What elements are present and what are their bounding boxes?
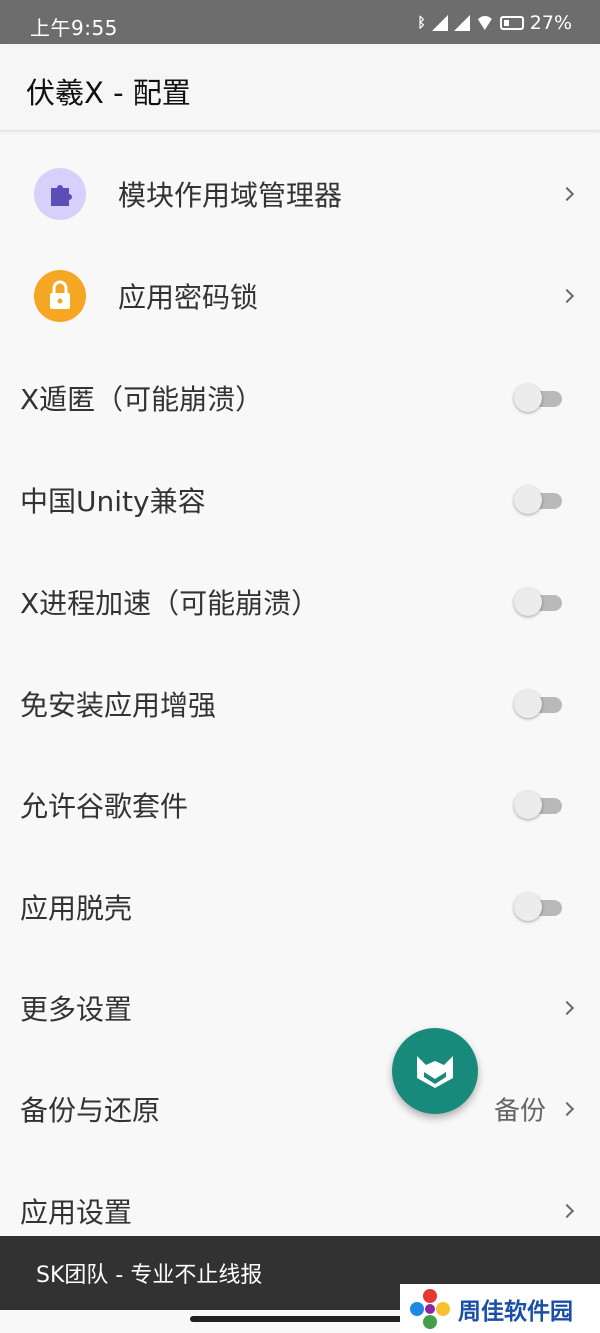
battery-percent: 27% bbox=[529, 12, 572, 34]
wifi-icon bbox=[475, 16, 494, 30]
install-free-enhance-toggle[interactable] bbox=[514, 689, 562, 719]
snackbar-text: SK团队 - 专业不止线报 bbox=[36, 1263, 263, 1288]
toggle-thumb bbox=[514, 384, 542, 412]
x-process-acceleration-toggle[interactable] bbox=[514, 587, 562, 617]
status-icons: ᛒ 27% bbox=[417, 12, 572, 34]
backup-restore-item[interactable]: 备份与还原 备份 bbox=[0, 1059, 600, 1159]
toggle-thumb bbox=[514, 893, 542, 921]
item-label: 应用设置 bbox=[20, 1196, 133, 1229]
item-label: 模块作用域管理器 bbox=[118, 179, 343, 212]
x-process-acceleration-item[interactable]: X进程加速（可能崩溃） bbox=[0, 552, 600, 652]
item-label: 中国Unity兼容 bbox=[20, 485, 206, 518]
status-time: 上午9:55 bbox=[30, 16, 118, 40]
chevron-right-icon bbox=[559, 1000, 575, 1016]
allow-google-suite-item[interactable]: 允许谷歌套件 bbox=[0, 755, 600, 855]
battery-icon bbox=[499, 16, 524, 30]
x-stealth-toggle[interactable] bbox=[514, 383, 562, 413]
x-stealth-item[interactable]: X遁匿（可能崩溃） bbox=[0, 348, 600, 448]
app-unpack-item[interactable]: 应用脱壳 bbox=[0, 857, 600, 957]
item-label: 备份与还原 bbox=[20, 1094, 161, 1127]
backup-value: 备份 bbox=[493, 1096, 546, 1127]
more-settings-item[interactable]: 更多设置 bbox=[0, 958, 600, 1058]
chevron-right-icon bbox=[559, 186, 575, 202]
chevron-right-icon bbox=[559, 288, 575, 304]
puzzle-icon bbox=[34, 168, 86, 220]
watermark-text: 周佳软件园 bbox=[458, 1299, 573, 1325]
item-label: 免安装应用增强 bbox=[20, 689, 217, 722]
app-bar: 伏羲X - 配置 bbox=[0, 44, 600, 131]
module-scope-manager-item[interactable]: 模块作用域管理器 bbox=[0, 144, 600, 244]
toggle-thumb bbox=[514, 588, 542, 616]
signal-icon bbox=[431, 15, 448, 31]
item-label: 更多设置 bbox=[20, 993, 133, 1026]
item-label: X进程加速（可能崩溃） bbox=[20, 587, 320, 620]
item-label: 允许谷歌套件 bbox=[20, 790, 189, 823]
signal-icon bbox=[453, 15, 470, 31]
toggle-thumb bbox=[514, 791, 542, 819]
item-label: 应用密码锁 bbox=[118, 281, 259, 314]
gesture-nav-handle[interactable] bbox=[190, 1316, 410, 1322]
fox-icon bbox=[417, 1056, 453, 1088]
watermark: 周佳软件园 bbox=[400, 1284, 600, 1333]
screen: 上午9:55 ᛒ 27% 伏羲X - 配置 模块作用域管理器 应用密码锁 X遁匿… bbox=[0, 0, 600, 1333]
allow-google-suite-toggle[interactable] bbox=[514, 790, 562, 820]
app-password-lock-item[interactable]: 应用密码锁 bbox=[0, 246, 600, 346]
page-title: 伏羲X - 配置 bbox=[26, 76, 191, 110]
china-unity-compat-item[interactable]: 中国Unity兼容 bbox=[0, 450, 600, 550]
bluetooth-icon: ᛒ bbox=[417, 15, 426, 31]
toggle-thumb bbox=[514, 486, 542, 514]
chevron-right-icon bbox=[559, 1101, 575, 1117]
item-label: 应用脱壳 bbox=[20, 892, 133, 925]
fab-button[interactable] bbox=[392, 1028, 478, 1114]
install-free-enhance-item[interactable]: 免安装应用增强 bbox=[0, 654, 600, 754]
item-label: X遁匿（可能崩溃） bbox=[20, 383, 264, 416]
china-unity-compat-toggle[interactable] bbox=[514, 485, 562, 515]
chevron-right-icon bbox=[559, 1203, 575, 1219]
status-bar: 上午9:55 ᛒ 27% bbox=[0, 0, 600, 44]
toggle-thumb bbox=[514, 690, 542, 718]
lock-icon bbox=[34, 270, 86, 322]
app-unpack-toggle[interactable] bbox=[514, 892, 562, 922]
watermark-logo-icon bbox=[410, 1289, 450, 1329]
